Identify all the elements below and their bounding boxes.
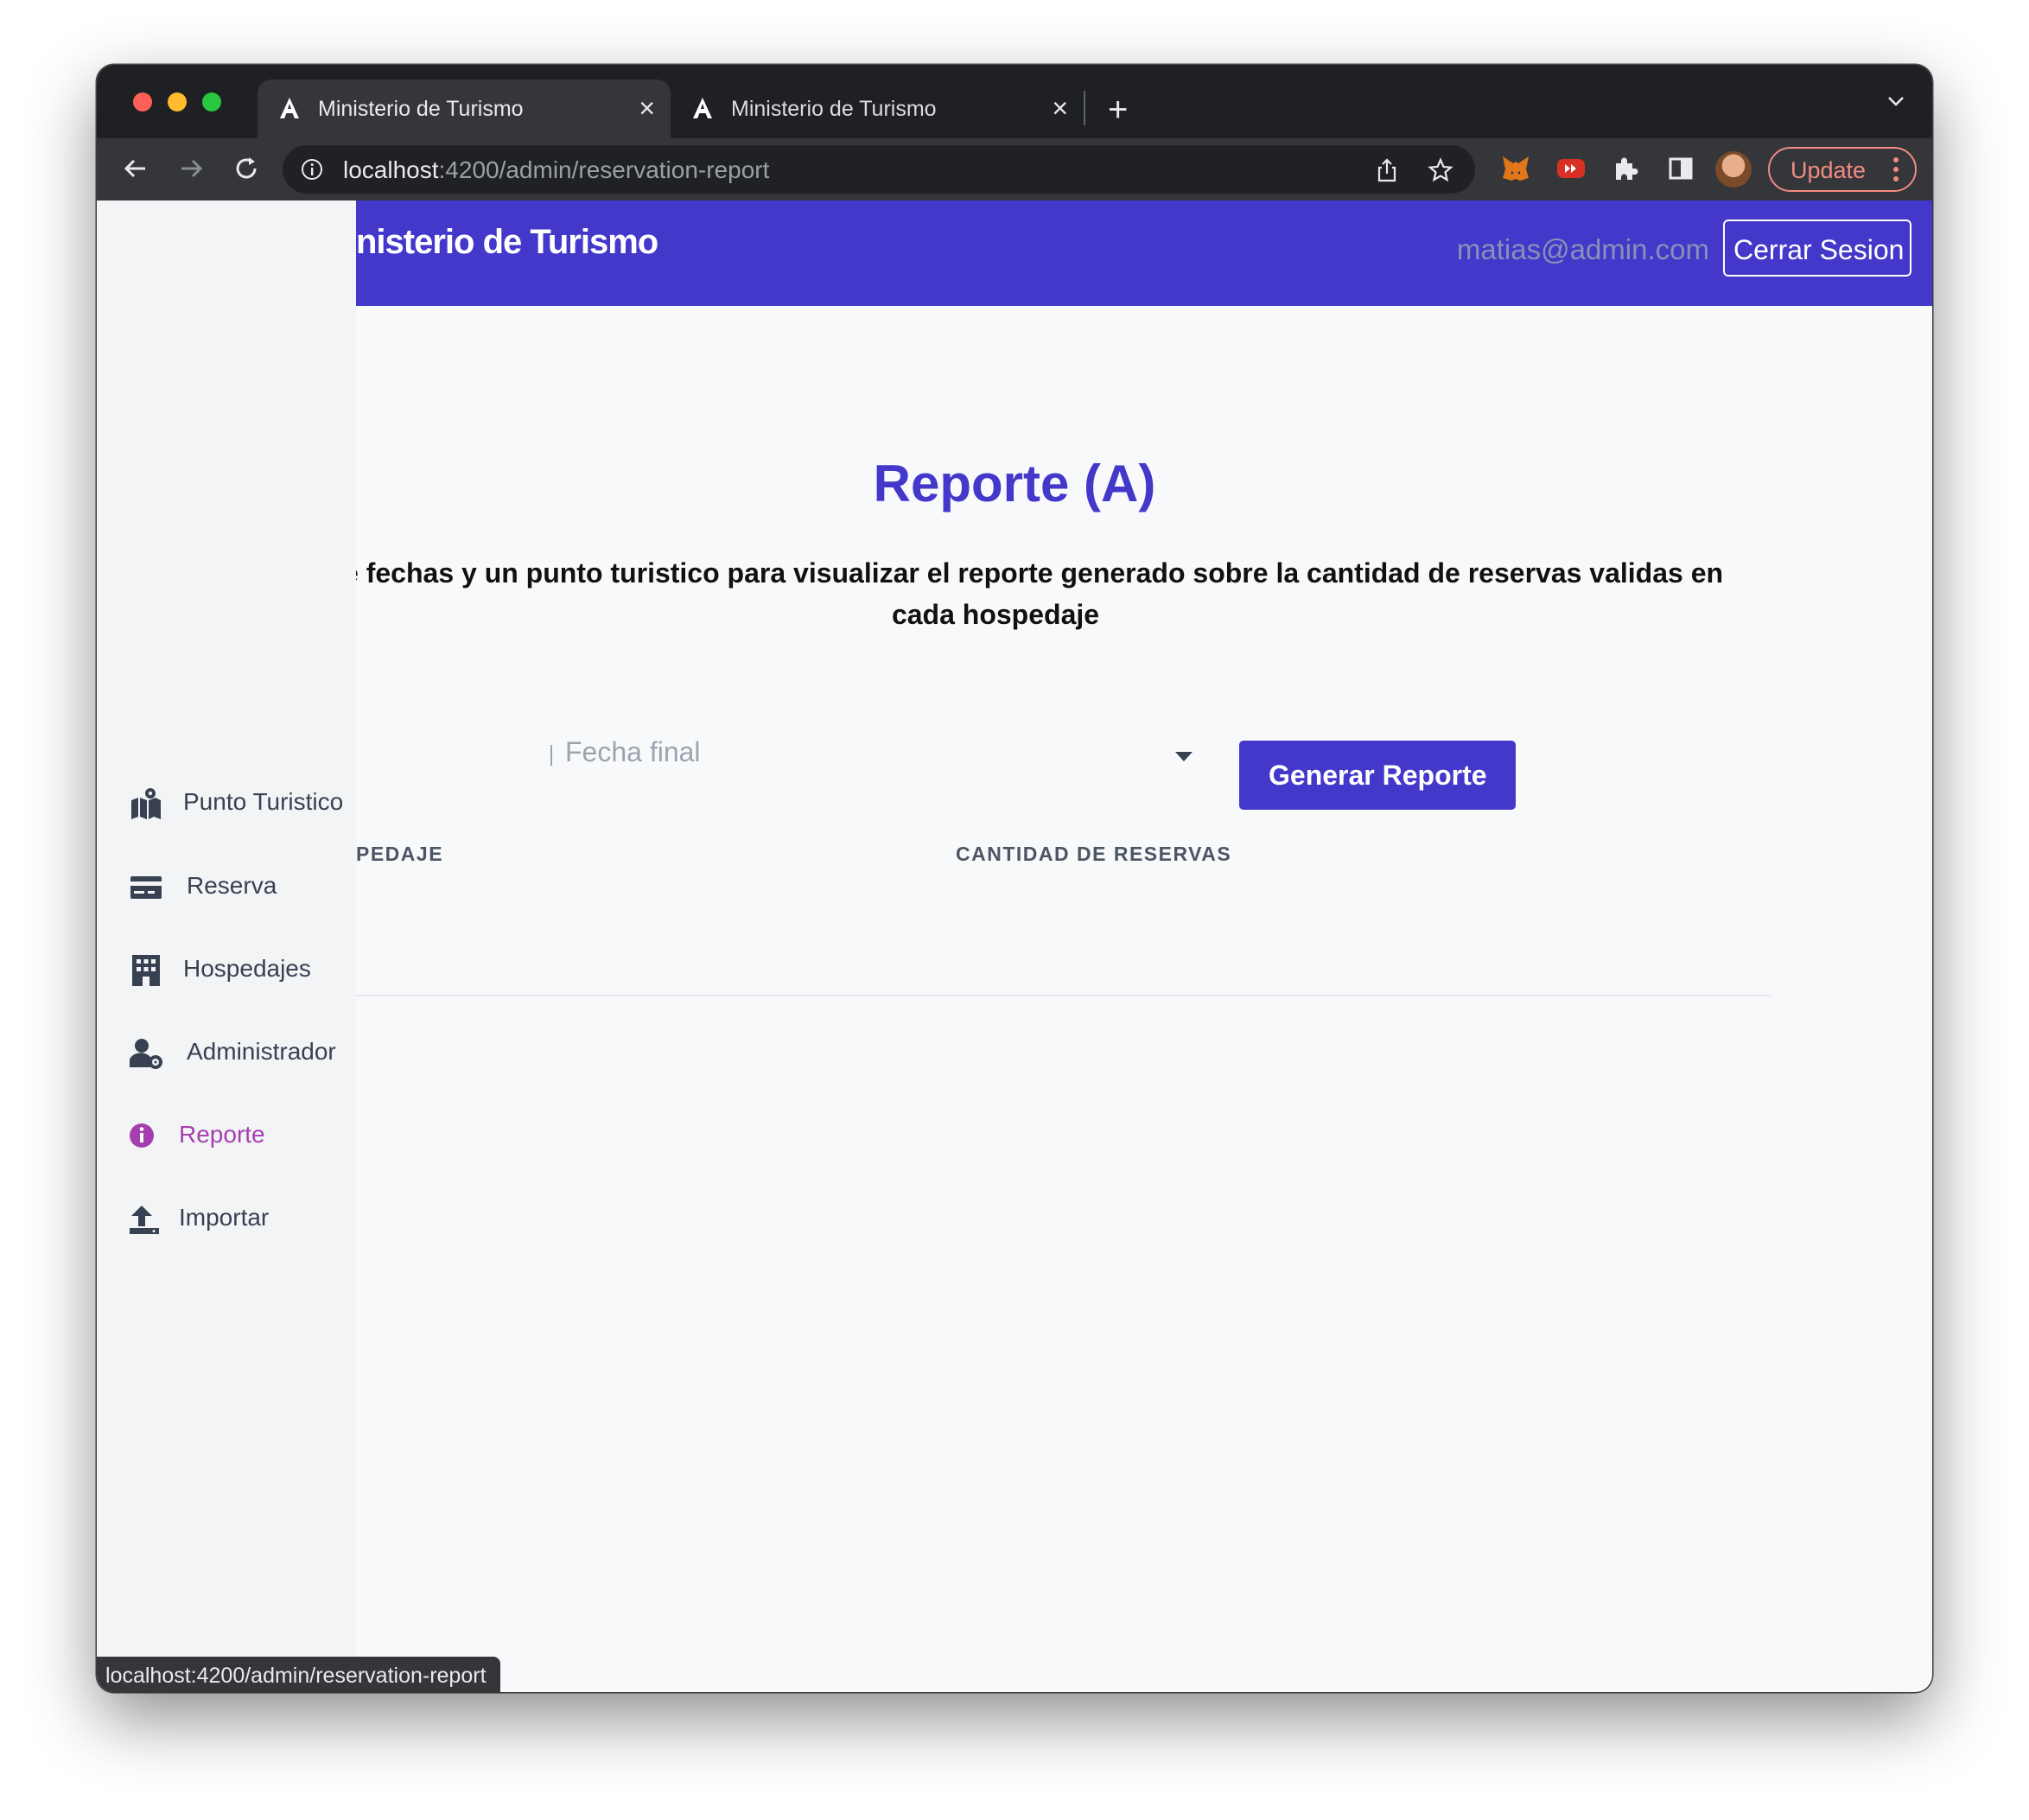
reload-icon[interactable] — [232, 154, 261, 183]
side-panel-icon[interactable] — [1666, 154, 1695, 183]
generate-report-label: Generar Reporte — [1269, 760, 1487, 791]
tab-strip: Ministerio de Turismo × Ministerio de Tu… — [97, 65, 1932, 138]
sidebar-item-label: Reporte — [179, 1121, 265, 1148]
sidebar-item-label: Administrador — [187, 1038, 336, 1065]
page-title: Reporte (A) — [873, 455, 1156, 512]
close-tab-icon[interactable]: × — [639, 92, 655, 124]
user-cog-icon — [130, 1039, 162, 1069]
tab-search-chevron-icon[interactable] — [1886, 94, 1906, 108]
extensions-puzzle-icon[interactable] — [1611, 154, 1640, 183]
info-circle-icon — [130, 1123, 154, 1148]
table-header-hospedaje: PEDAJE — [356, 843, 444, 865]
close-tab-icon[interactable]: × — [1052, 92, 1068, 124]
url-host: localhost — [343, 156, 439, 183]
tab-title: Ministerio de Turismo — [318, 97, 524, 121]
metamask-fox-icon[interactable] — [1500, 154, 1531, 183]
user-email: matias@admin.com — [1456, 233, 1709, 265]
sidebar-item-label: Importar — [179, 1204, 270, 1231]
sidebar-item-hospedajes[interactable]: Hospedajes — [130, 948, 356, 991]
url-text: localhost:4200/admin/reservation-report — [343, 156, 769, 184]
angular-icon — [693, 98, 712, 118]
browser-menu-icon[interactable] — [1892, 156, 1899, 183]
sidebar-item-label: Hospedajes — [183, 955, 311, 982]
app-header: nisterio de Turismo matias@admin.com Cer… — [356, 200, 1932, 306]
tab-title: Ministerio de Turismo — [731, 97, 937, 121]
dropdown-caret-icon[interactable] — [1175, 752, 1193, 761]
table-divider — [356, 995, 1771, 996]
generate-report-button[interactable]: Generar Reporte — [1239, 741, 1516, 810]
browser-window: Ministerio de Turismo × Ministerio de Tu… — [97, 65, 1932, 1692]
sidebar-item-administrador[interactable]: Administrador — [130, 1031, 356, 1074]
sidebar-item-reporte[interactable]: Reporte — [130, 1114, 356, 1157]
status-url: localhost:4200/admin/reservation-report — [105, 1664, 487, 1688]
sidebar-item-reserva[interactable]: Reserva — [130, 865, 356, 908]
building-icon — [132, 955, 160, 986]
description-line-1: ngo de fechas y un punto turistico para … — [356, 557, 1724, 589]
address-bar[interactable]: localhost:4200/admin/reservation-report — [283, 145, 1475, 194]
sidebar-item-importar[interactable]: Importar — [130, 1197, 356, 1240]
browser-toolbar: localhost:4200/admin/reservation-report … — [97, 138, 1932, 200]
tab-ministerio-inactive[interactable]: Ministerio de Turismo × — [671, 80, 1084, 138]
table-header-cantidad: CANTIDAD DE RESERVAS — [956, 843, 1232, 865]
maximize-window-button[interactable] — [202, 92, 221, 111]
site-info-icon[interactable] — [300, 157, 324, 181]
sidebar: Punto Turistico Reserva Hospedajes Admin… — [97, 200, 356, 1692]
sidebar-item-label: Reserva — [187, 872, 277, 899]
close-window-button[interactable] — [133, 92, 152, 111]
credit-card-icon — [130, 876, 162, 899]
logout-label: Cerrar Sesion — [1733, 234, 1905, 265]
youtube-extension-icon[interactable] — [1555, 154, 1587, 183]
share-icon[interactable] — [1375, 157, 1399, 183]
profile-avatar[interactable] — [1715, 151, 1752, 188]
date-separator — [550, 745, 552, 766]
url-path: :4200/admin/reservation-report — [438, 156, 770, 183]
description-line-2: cada hospedaje — [891, 599, 1100, 630]
upload-icon — [130, 1206, 159, 1234]
forward-arrow-icon[interactable] — [176, 154, 206, 183]
brand-title[interactable]: nisterio de Turismo — [356, 223, 658, 262]
tab-divider — [1084, 91, 1085, 125]
page-description: ngo de fechas y un punto turistico para … — [356, 552, 1765, 635]
sidebar-item-punto-turistico[interactable]: Punto Turistico — [130, 781, 356, 824]
end-date-input[interactable]: Fecha final — [565, 736, 701, 768]
status-url-bubble: localhost:4200/admin/reservation-report — [97, 1657, 500, 1692]
tab-ministerio-active[interactable]: Ministerio de Turismo × — [258, 80, 671, 138]
logout-button[interactable]: Cerrar Sesion — [1723, 220, 1911, 277]
angular-icon — [280, 98, 299, 118]
main-content: Reporte (A) ngo de fechas y un punto tur… — [356, 306, 1932, 1692]
update-label: Update — [1790, 157, 1867, 183]
back-arrow-icon[interactable] — [121, 154, 150, 183]
map-marked-icon — [131, 788, 161, 819]
minimize-window-button[interactable] — [168, 92, 187, 111]
bookmark-star-icon[interactable] — [1428, 157, 1453, 183]
update-button[interactable]: Update — [1768, 147, 1917, 192]
sidebar-item-label: Punto Turistico — [183, 788, 344, 815]
new-tab-icon[interactable]: + — [1108, 92, 1128, 127]
